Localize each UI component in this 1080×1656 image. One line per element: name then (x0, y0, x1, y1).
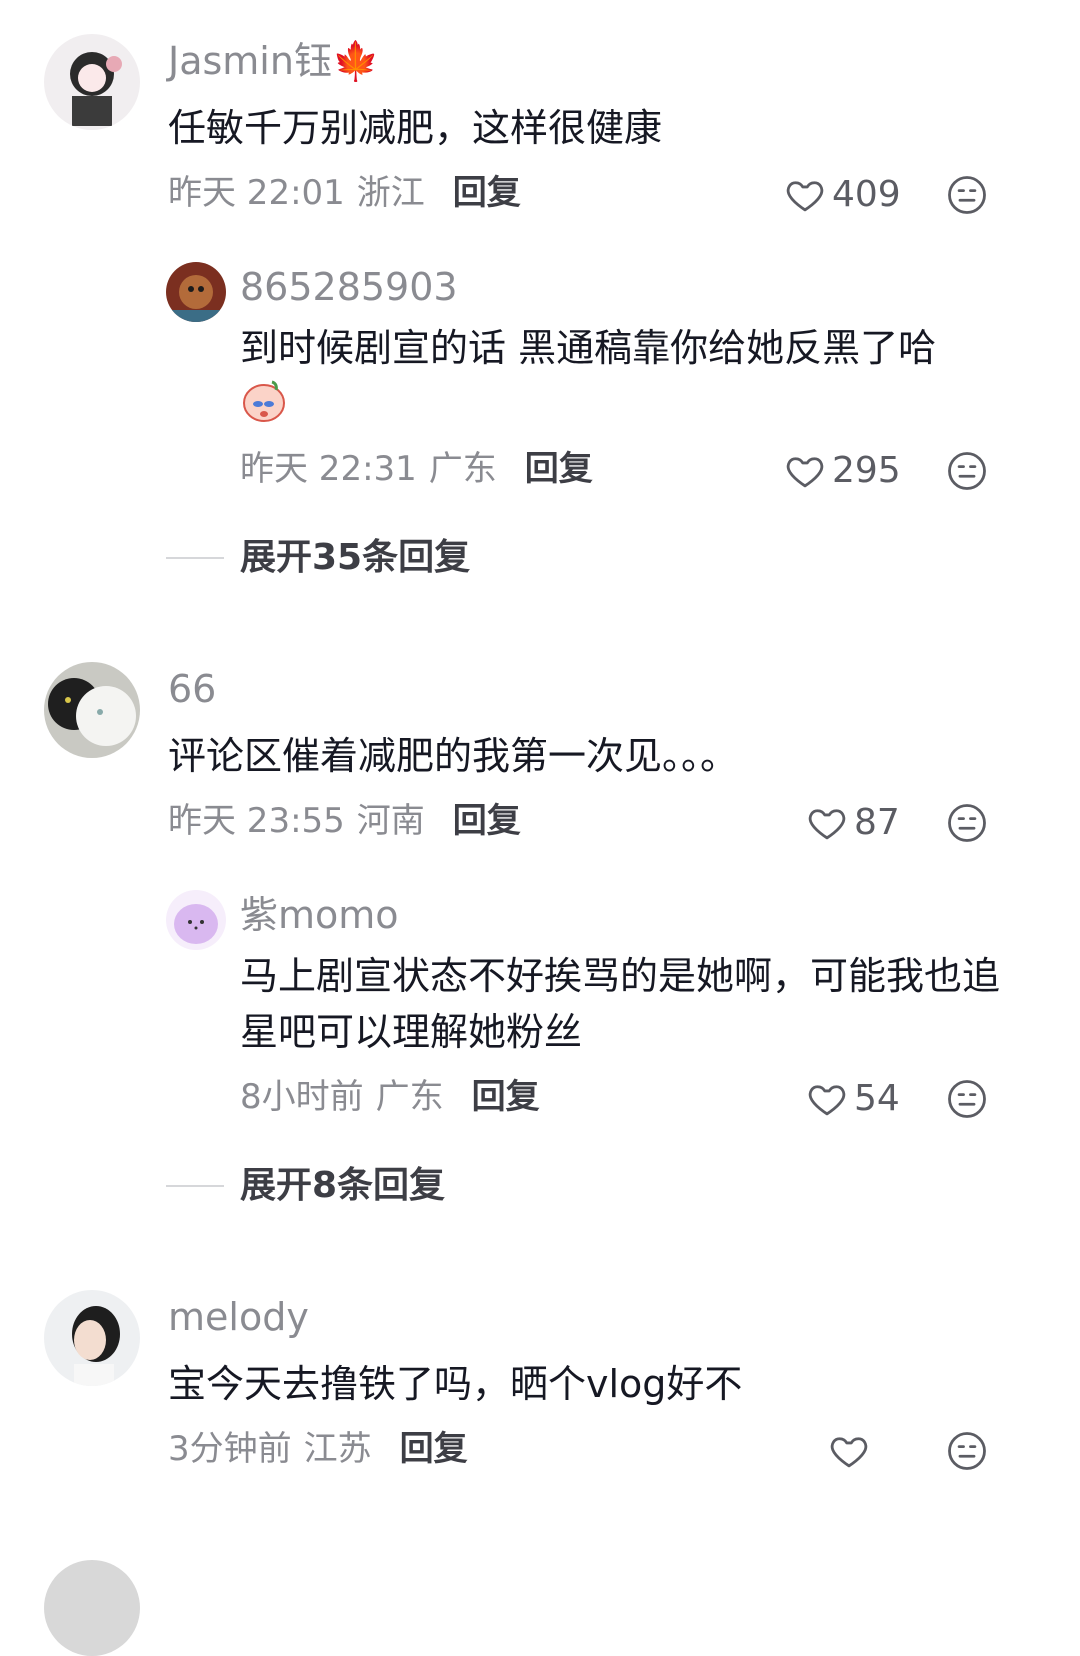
like-button[interactable]: 295 (784, 450, 901, 492)
comment-username[interactable]: Jasmin钰🍁 (168, 42, 379, 80)
avatar[interactable] (44, 34, 140, 130)
avatar[interactable] (44, 1290, 140, 1386)
meh-face-icon[interactable] (946, 174, 988, 216)
meh-face-icon[interactable] (946, 1430, 988, 1472)
expand-label: 展开8条回复 (240, 1165, 446, 1206)
comment-meta: 3分钟前 江苏 回复 (168, 1432, 468, 1466)
comment-location: 浙江 (356, 173, 425, 213)
comment-text: 宝今天去撸铁了吗，晒个vlog好不 (168, 1362, 743, 1406)
meh-face-icon[interactable] (946, 802, 988, 844)
like-count: 409 (832, 174, 901, 215)
avatar[interactable] (44, 662, 140, 758)
reply-text: 到时候剧宣的话 黑通稿靠你给她反黑了哈 (240, 326, 937, 370)
reply-location: 广东 (428, 449, 497, 489)
heart-outline-icon (830, 1437, 868, 1468)
like-button[interactable]: 87 (806, 802, 900, 844)
reply-meta: 昨天 22:31 广东 回复 (240, 452, 593, 486)
expand-replies-button[interactable]: 展开8条回复 (166, 1168, 445, 1204)
reply-button[interactable]: 回复 (400, 1432, 468, 1466)
reply-time: 8小时前 (240, 1077, 364, 1117)
expand-label: 展开35条回复 (240, 537, 471, 578)
meh-face-icon[interactable] (946, 450, 988, 492)
comment-username[interactable]: 66 (168, 670, 216, 708)
comment-text: 任敏千万别减肥，这样很健康 (168, 106, 663, 150)
comment-username[interactable]: melody (168, 1298, 309, 1336)
like-count: 87 (854, 802, 900, 843)
comment-time: 3分钟前 (168, 1429, 292, 1469)
reply-location: 广东 (375, 1077, 444, 1117)
like-button[interactable]: 409 (784, 174, 901, 216)
heart-outline-icon (808, 1085, 846, 1116)
comment-time: 昨天 23:55 (168, 801, 345, 841)
comment-text: 评论区催着减肥的我第一次见。。。 (168, 734, 739, 778)
comment-location: 河南 (356, 801, 425, 841)
comment-time: 昨天 22:01 (168, 173, 345, 213)
reply-button[interactable]: 回复 (453, 804, 521, 838)
like-button[interactable] (828, 1430, 876, 1472)
reply-username[interactable]: 865285903 (240, 268, 458, 306)
reply-button[interactable]: 回复 (472, 1080, 540, 1114)
crying-emoji-icon (243, 380, 285, 422)
avatar[interactable] (44, 1560, 140, 1656)
meh-face-icon[interactable] (946, 1078, 988, 1120)
reply-time: 昨天 22:31 (240, 449, 417, 489)
avatar[interactable] (166, 262, 226, 322)
divider (166, 557, 224, 559)
comment-location: 江苏 (303, 1429, 372, 1469)
comment-meta: 昨天 22:01 浙江 回复 (168, 176, 521, 210)
heart-outline-icon (786, 457, 824, 488)
reply-username[interactable]: 紫momo (240, 896, 399, 934)
like-count: 295 (832, 450, 901, 491)
divider (166, 1185, 224, 1187)
expand-replies-button[interactable]: 展开35条回复 (166, 540, 470, 576)
reply-meta: 8小时前 广东 回复 (240, 1080, 540, 1114)
avatar[interactable] (166, 890, 226, 950)
reply-button[interactable]: 回复 (453, 176, 521, 210)
heart-outline-icon (786, 181, 824, 212)
reply-button[interactable]: 回复 (525, 452, 593, 486)
like-button[interactable]: 54 (806, 1078, 900, 1120)
reply-text: 马上剧宣状态不好挨骂的是她啊，可能我也追星吧可以理解她粉丝 (240, 954, 1001, 1054)
comment-meta: 昨天 23:55 河南 回复 (168, 804, 521, 838)
like-count: 54 (854, 1078, 900, 1119)
heart-outline-icon (808, 809, 846, 840)
